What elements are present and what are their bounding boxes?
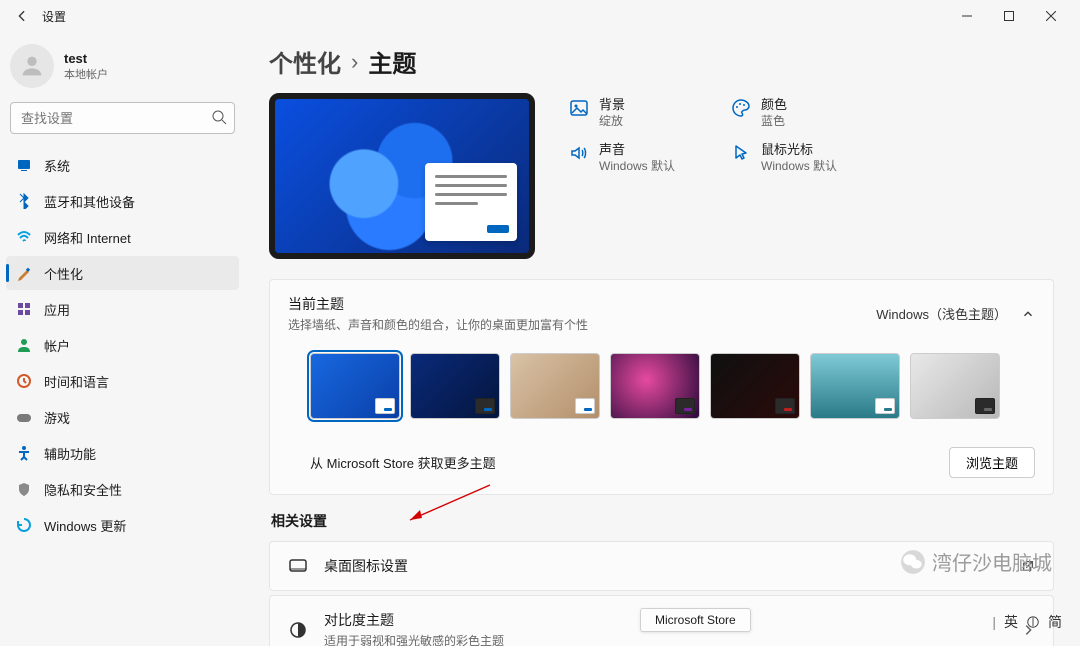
apps-icon: [16, 301, 32, 317]
prop-cursor[interactable]: 鼠标光标Windows 默认: [731, 142, 837, 175]
chevron-right-icon: ›: [351, 49, 358, 75]
breadcrumb: 个性化 › 主题: [269, 44, 1054, 79]
monitor-icon: [16, 157, 32, 173]
minimize-icon: [962, 11, 972, 21]
ms-store-popup[interactable]: Microsoft Store: [640, 608, 751, 632]
theme-thumb-6[interactable]: [910, 353, 1000, 419]
nav-item-person[interactable]: 帐户: [6, 328, 239, 362]
watermark: 湾仔沙电脑城: [900, 547, 1052, 576]
user-sub: 本地帐户: [64, 66, 108, 82]
wifi-icon: [16, 229, 32, 245]
shield-icon: [16, 481, 32, 497]
theme-thumb-2[interactable]: [510, 353, 600, 419]
theme-thumb-3[interactable]: [610, 353, 700, 419]
nav-label: 隐私和安全性: [44, 480, 122, 499]
nav-item-access[interactable]: 辅助功能: [6, 436, 239, 470]
prop-background[interactable]: 背景绽放: [569, 97, 675, 130]
arrow-left-icon: [15, 9, 29, 23]
nav-label: 时间和语言: [44, 372, 109, 391]
wechat-icon: [900, 549, 926, 575]
store-more-label: 从 Microsoft Store 获取更多主题: [310, 453, 496, 472]
picture-icon: [569, 98, 589, 118]
cursor-icon: [731, 143, 751, 163]
brush-icon: [16, 265, 32, 281]
person-icon: [18, 52, 46, 80]
nav-label: 系统: [44, 156, 70, 175]
prop-sound[interactable]: 声音Windows 默认: [569, 142, 675, 175]
theme-preview: [269, 93, 535, 259]
update-icon: [16, 517, 32, 533]
prop-color[interactable]: 颜色蓝色: [731, 97, 837, 130]
current-theme-card: 当前主题 选择墙纸、声音和颜色的组合，让你的桌面更加富有个性 Windows（浅…: [269, 279, 1054, 495]
nav-label: 个性化: [44, 264, 83, 283]
access-icon: [16, 445, 32, 461]
nav-item-update[interactable]: Windows 更新: [6, 508, 239, 542]
avatar: [10, 44, 54, 88]
close-icon: [1046, 11, 1056, 21]
ime-indicator[interactable]: | 英 简: [992, 612, 1062, 632]
nav-item-brush[interactable]: 个性化: [6, 256, 239, 290]
user-block[interactable]: test 本地帐户: [6, 38, 239, 102]
search-input[interactable]: [10, 102, 235, 134]
minimize-button[interactable]: [946, 2, 988, 30]
bluetooth-icon: [16, 193, 32, 209]
nav-item-game[interactable]: 游戏: [6, 400, 239, 434]
related-title: 相关设置: [271, 511, 1054, 531]
theme-thumb-4[interactable]: [710, 353, 800, 419]
maximize-icon: [1004, 11, 1014, 21]
nav-label: 帐户: [44, 336, 70, 355]
palette-icon: [731, 98, 751, 118]
nav-item-shield[interactable]: 隐私和安全性: [6, 472, 239, 506]
user-name: test: [64, 51, 108, 66]
nav-item-wifi[interactable]: 网络和 Internet: [6, 220, 239, 254]
theme-thumb-0[interactable]: [310, 353, 400, 419]
nav-item-bluetooth[interactable]: 蓝牙和其他设备: [6, 184, 239, 218]
search-icon: [211, 109, 227, 125]
breadcrumb-parent[interactable]: 个性化: [269, 44, 341, 79]
browse-themes-button[interactable]: 浏览主题: [949, 447, 1035, 478]
theme-thumb-5[interactable]: [810, 353, 900, 419]
nav-item-clock[interactable]: 时间和语言: [6, 364, 239, 398]
nav-label: 应用: [44, 300, 70, 319]
ime-mode-icon: [1026, 615, 1040, 629]
nav-label: 辅助功能: [44, 444, 96, 463]
desktop-icon: [288, 556, 308, 576]
theme-thumb-1[interactable]: [410, 353, 500, 419]
nav-label: Windows 更新: [44, 516, 126, 535]
speaker-icon: [569, 143, 589, 163]
nav-label: 游戏: [44, 408, 70, 427]
game-icon: [16, 409, 32, 425]
nav-item-monitor[interactable]: 系统: [6, 148, 239, 182]
contrast-icon: [288, 620, 308, 640]
back-button[interactable]: [8, 2, 36, 30]
maximize-button[interactable]: [988, 2, 1030, 30]
chevron-up-icon: [1021, 307, 1035, 321]
breadcrumb-current: 主题: [368, 44, 416, 79]
nav-label: 网络和 Internet: [44, 228, 131, 247]
person-icon: [16, 337, 32, 353]
nav-item-apps[interactable]: 应用: [6, 292, 239, 326]
current-theme-value: Windows（浅色主题）: [876, 304, 1007, 323]
close-button[interactable]: [1030, 2, 1072, 30]
clock-icon: [16, 373, 32, 389]
nav-label: 蓝牙和其他设备: [44, 192, 135, 211]
window-title: 设置: [42, 8, 66, 25]
current-theme-header[interactable]: 当前主题 选择墙纸、声音和颜色的组合，让你的桌面更加富有个性 Windows（浅…: [270, 280, 1053, 347]
